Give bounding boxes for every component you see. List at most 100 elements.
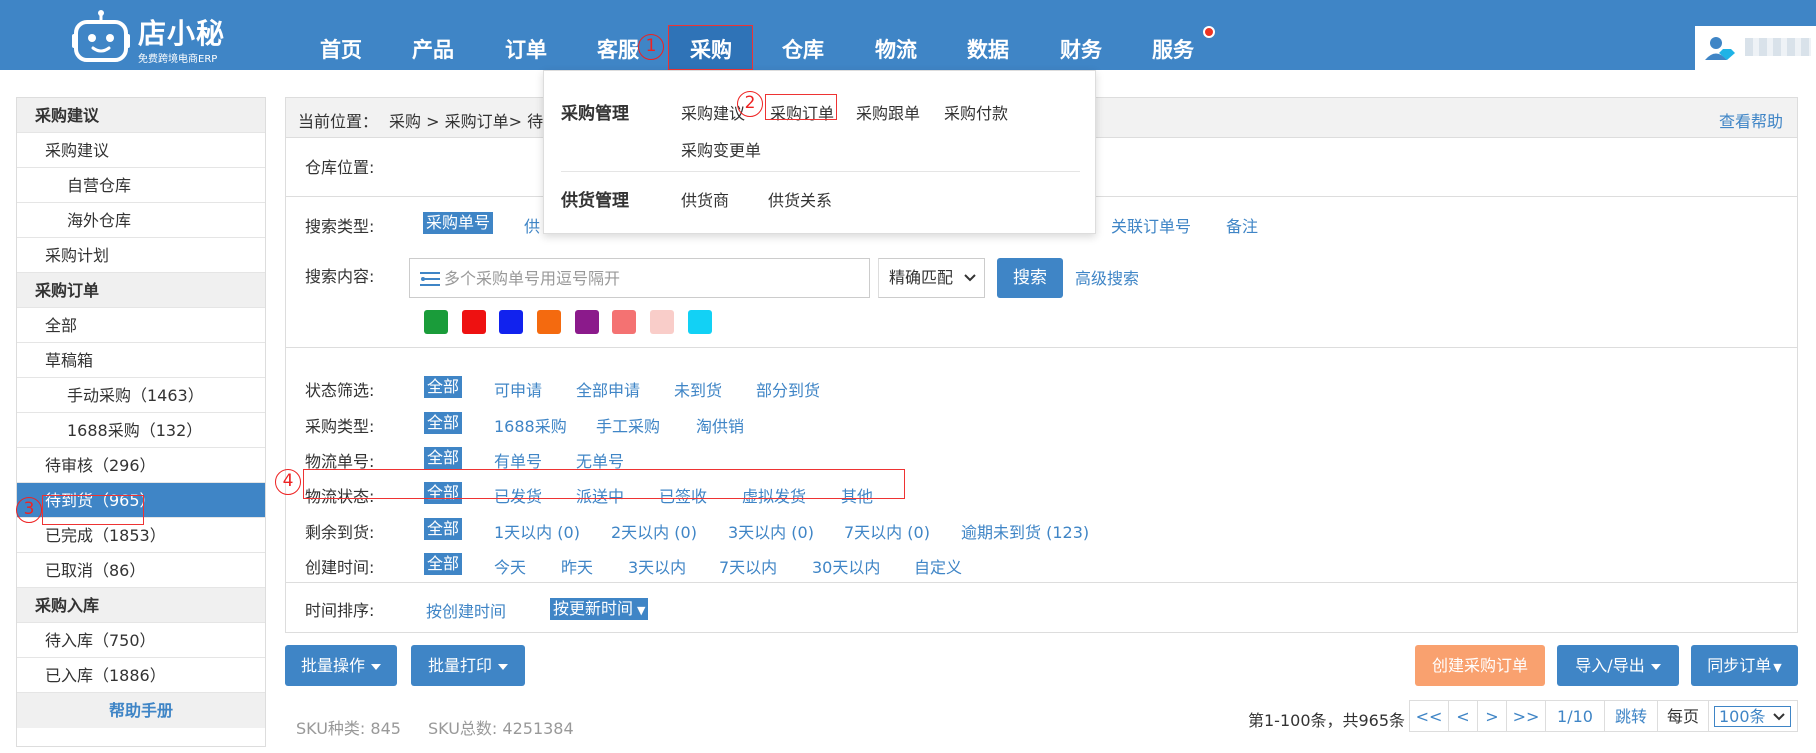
menu-purchase-change-order[interactable]: 采购变更单 — [681, 137, 761, 161]
sort-by-updated[interactable]: 按更新时间 ▼ — [550, 598, 649, 620]
next-page-button[interactable]: > — [1477, 700, 1507, 732]
purchase-management-title: 采购管理 — [561, 104, 629, 124]
color-tag-swatch[interactable] — [688, 310, 712, 334]
search-type-related-order[interactable]: 关联订单号 — [1111, 213, 1191, 237]
color-tag-swatch[interactable] — [462, 310, 486, 334]
color-tag-swatch[interactable] — [650, 310, 674, 334]
sidebar-item[interactable]: 采购建议 — [17, 133, 265, 168]
nav-item-customer-service[interactable]: 客服 — [597, 34, 639, 64]
import-export-button[interactable]: 导入/导出 — [1557, 645, 1679, 686]
sidebar-item[interactable]: 已入库（1886） — [17, 658, 265, 693]
filter-option[interactable]: 30天以内 — [812, 554, 880, 578]
nav-item-logistics[interactable]: 物流 — [875, 34, 917, 64]
menu-purchase-payment[interactable]: 采购付款 — [944, 100, 1008, 124]
sidebar-item[interactable]: 手动采购（1463） — [17, 378, 265, 413]
sidebar-item[interactable]: 海外仓库 — [17, 203, 265, 238]
menu-purchase-tracking[interactable]: 采购跟单 — [856, 100, 920, 124]
filter-option[interactable]: 全部 — [424, 518, 463, 540]
sidebar-item[interactable]: 草稿箱 — [17, 343, 265, 378]
nav-item-data[interactable]: 数据 — [967, 34, 1009, 64]
sync-orders-button[interactable]: 同步订单 ▼ — [1691, 645, 1798, 686]
color-tag-swatch[interactable] — [424, 310, 448, 334]
filter-option[interactable]: 全部 — [424, 376, 463, 398]
menu-supplier[interactable]: 供货商 — [681, 187, 729, 211]
filter-option[interactable]: 7天以内 — [719, 554, 777, 578]
filter-option[interactable]: 2天以内 (0) — [611, 519, 697, 543]
filter-option[interactable]: 全部 — [424, 553, 463, 575]
filter-option[interactable]: 部分到货 — [756, 377, 820, 401]
search-button[interactable]: 搜索 — [997, 258, 1063, 298]
nav-item-orders[interactable]: 订单 — [505, 34, 547, 64]
filter-option[interactable]: 全部 — [424, 412, 463, 434]
nav-item-home[interactable]: 首页 — [320, 34, 362, 64]
color-tag-swatch[interactable] — [612, 310, 636, 334]
nav-item-warehouse[interactable]: 仓库 — [782, 34, 824, 64]
help-link[interactable]: 查看帮助 — [1719, 108, 1783, 132]
pagination-summary: 第1-100条，共965条 — [1248, 711, 1406, 730]
batch-operation-button[interactable]: 批量操作 — [285, 645, 397, 686]
color-tag-swatch[interactable] — [499, 310, 523, 334]
filter-list-icon[interactable] — [420, 271, 440, 287]
supply-management-title: 供货管理 — [561, 191, 629, 211]
filter-option[interactable]: 自定义 — [914, 554, 962, 578]
sidebar-item[interactable]: 待入库（750） — [17, 623, 265, 658]
filter-option[interactable]: 可申请 — [494, 377, 542, 401]
sidebar-item[interactable]: 采购计划 — [17, 238, 265, 273]
sort-by-updated-label: 按更新时间 — [553, 599, 634, 618]
filter-option[interactable]: 昨天 — [561, 554, 593, 578]
username-blurred — [1745, 38, 1811, 56]
per-page-select[interactable]: 100条 — [1708, 700, 1798, 732]
sidebar-item[interactable]: 1688采购（132） — [17, 413, 265, 448]
filter-option[interactable]: 3天以内 — [628, 554, 686, 578]
filter-option[interactable]: 全部 — [424, 447, 463, 469]
color-tag-swatch[interactable] — [537, 310, 561, 334]
logo[interactable]: 店小秘 免费跨境电商ERP — [72, 6, 232, 66]
filter-option[interactable]: 1天以内 (0) — [494, 519, 580, 543]
filter-option[interactable]: 逾期未到货 (123) — [961, 519, 1089, 543]
prev-page-button[interactable]: < — [1448, 700, 1478, 732]
first-page-button[interactable]: << — [1409, 700, 1449, 732]
filter-option[interactable]: 手工采购 — [596, 413, 660, 437]
advanced-search-link[interactable]: 高级搜索 — [1075, 265, 1139, 289]
menu-purchase-suggestion[interactable]: 采购建议 — [681, 100, 745, 124]
help-manual-link[interactable]: 帮助手册 — [17, 693, 265, 728]
dropdown-divider — [561, 171, 1080, 172]
sidebar-section-header: 采购建议 — [17, 98, 265, 133]
color-tag-swatch[interactable] — [575, 310, 599, 334]
search-type-supplier[interactable]: 供 — [524, 213, 540, 237]
search-type-order-no[interactable]: 采购单号 — [423, 212, 494, 234]
sidebar-item[interactable]: 自营仓库 — [17, 168, 265, 203]
sidebar-item[interactable]: 待审核（296） — [17, 448, 265, 483]
filter-option[interactable]: 淘供销 — [696, 413, 744, 437]
filter-option[interactable]: 今天 — [494, 554, 526, 578]
filter-option[interactable]: 全部申请 — [576, 377, 640, 401]
search-type-remark[interactable]: 备注 — [1226, 213, 1258, 237]
nav-item-finance[interactable]: 财务 — [1060, 34, 1102, 64]
user-menu[interactable] — [1695, 26, 1816, 70]
sort-by-created[interactable]: 按创建时间 — [426, 598, 506, 622]
create-purchase-order-button[interactable]: 创建采购订单 — [1415, 645, 1545, 686]
sidebar-item[interactable]: 已取消（86） — [17, 553, 265, 588]
batch-print-button[interactable]: 批量打印 — [411, 645, 525, 686]
divider — [286, 582, 1797, 583]
import-export-label: 导入/导出 — [1575, 656, 1645, 675]
filter-label: 剩余到货: — [305, 523, 375, 542]
nav-item-services[interactable]: 服务 — [1152, 34, 1194, 64]
filter-option[interactable]: 7天以内 (0) — [844, 519, 930, 543]
sidebar-item[interactable]: 全部 — [17, 308, 265, 343]
annotation-box-logistics-status — [303, 469, 905, 499]
nav-item-purchase[interactable]: 采购 — [690, 34, 732, 64]
last-page-button[interactable]: >> — [1506, 700, 1546, 732]
nav-item-products[interactable]: 产品 — [412, 34, 454, 64]
breadcrumb-prefix: 当前位置： — [298, 112, 379, 131]
filter-option[interactable]: 未到货 — [674, 377, 722, 401]
search-input[interactable] — [444, 265, 844, 291]
menu-supply-relation[interactable]: 供货关系 — [768, 187, 832, 211]
jump-button[interactable]: 跳转 — [1604, 700, 1658, 732]
filter-option[interactable]: 3天以内 (0) — [728, 519, 814, 543]
annotation-marker-3: 3 — [16, 497, 42, 523]
top-navigation-bar: 店小秘 免费跨境电商ERP 首页 产品 订单 客服 采购 仓库 物流 数据 财务… — [0, 0, 1816, 70]
match-mode-select[interactable]: 精确匹配 — [878, 258, 985, 298]
divider — [286, 347, 1797, 348]
filter-option[interactable]: 1688采购 — [494, 413, 567, 437]
